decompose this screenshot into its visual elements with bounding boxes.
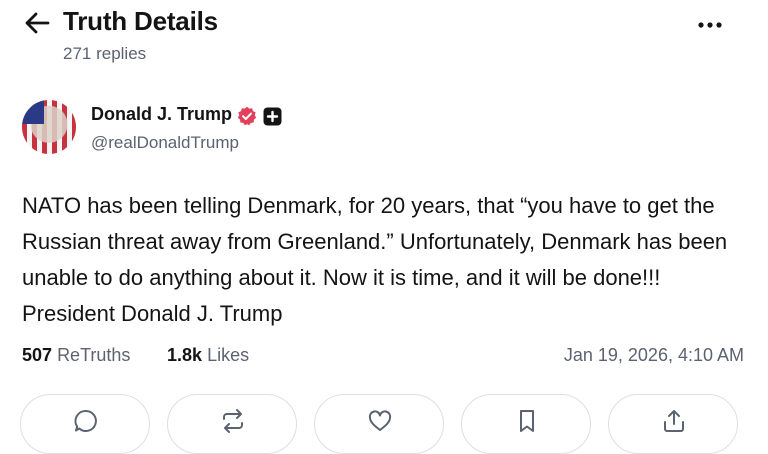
page-header: Truth Details 271 replies [0,0,768,80]
plus-badge-icon [263,107,282,126]
post-timestamp: Jan 19, 2026, 4:10 AM [563,345,744,365]
bookmark-button[interactable] [461,394,591,454]
retruths-label: ReTruths [57,345,131,365]
comment-icon [74,410,97,432]
repost-icon [223,409,243,433]
post-stats: 507 ReTruths 1.8k Likes Jan 19, 2026, 4:… [22,345,744,371]
likes-label: Likes [207,345,250,365]
share-icon [664,410,684,432]
author-name[interactable]: Donald J. Trump [91,104,232,125]
replies-count[interactable]: 271 replies [63,44,146,64]
retruths-stat[interactable]: 507 ReTruths [22,345,130,366]
likes-count: 1.8k [167,345,203,365]
avatar[interactable] [22,100,76,154]
likes-stat[interactable]: 1.8k Likes [167,345,249,366]
more-horizontal-icon [698,22,722,28]
author-handle[interactable]: @realDonaldTrump [91,133,239,153]
verified-badge-icon [237,106,257,126]
retruths-count: 507 [22,345,53,365]
page-title: Truth Details [63,6,218,36]
arrow-left-icon [25,12,50,34]
share-button[interactable] [608,394,738,454]
more-options-button[interactable] [692,12,728,38]
post-text: NATO has been telling Denmark, for 20 ye… [22,193,728,326]
reply-button[interactable] [20,394,150,454]
action-bar [0,390,768,454]
retruth-button[interactable] [167,394,297,454]
back-button[interactable] [22,9,52,37]
like-button[interactable] [314,394,444,454]
bookmark-icon [520,410,534,432]
heart-icon [368,410,392,431]
